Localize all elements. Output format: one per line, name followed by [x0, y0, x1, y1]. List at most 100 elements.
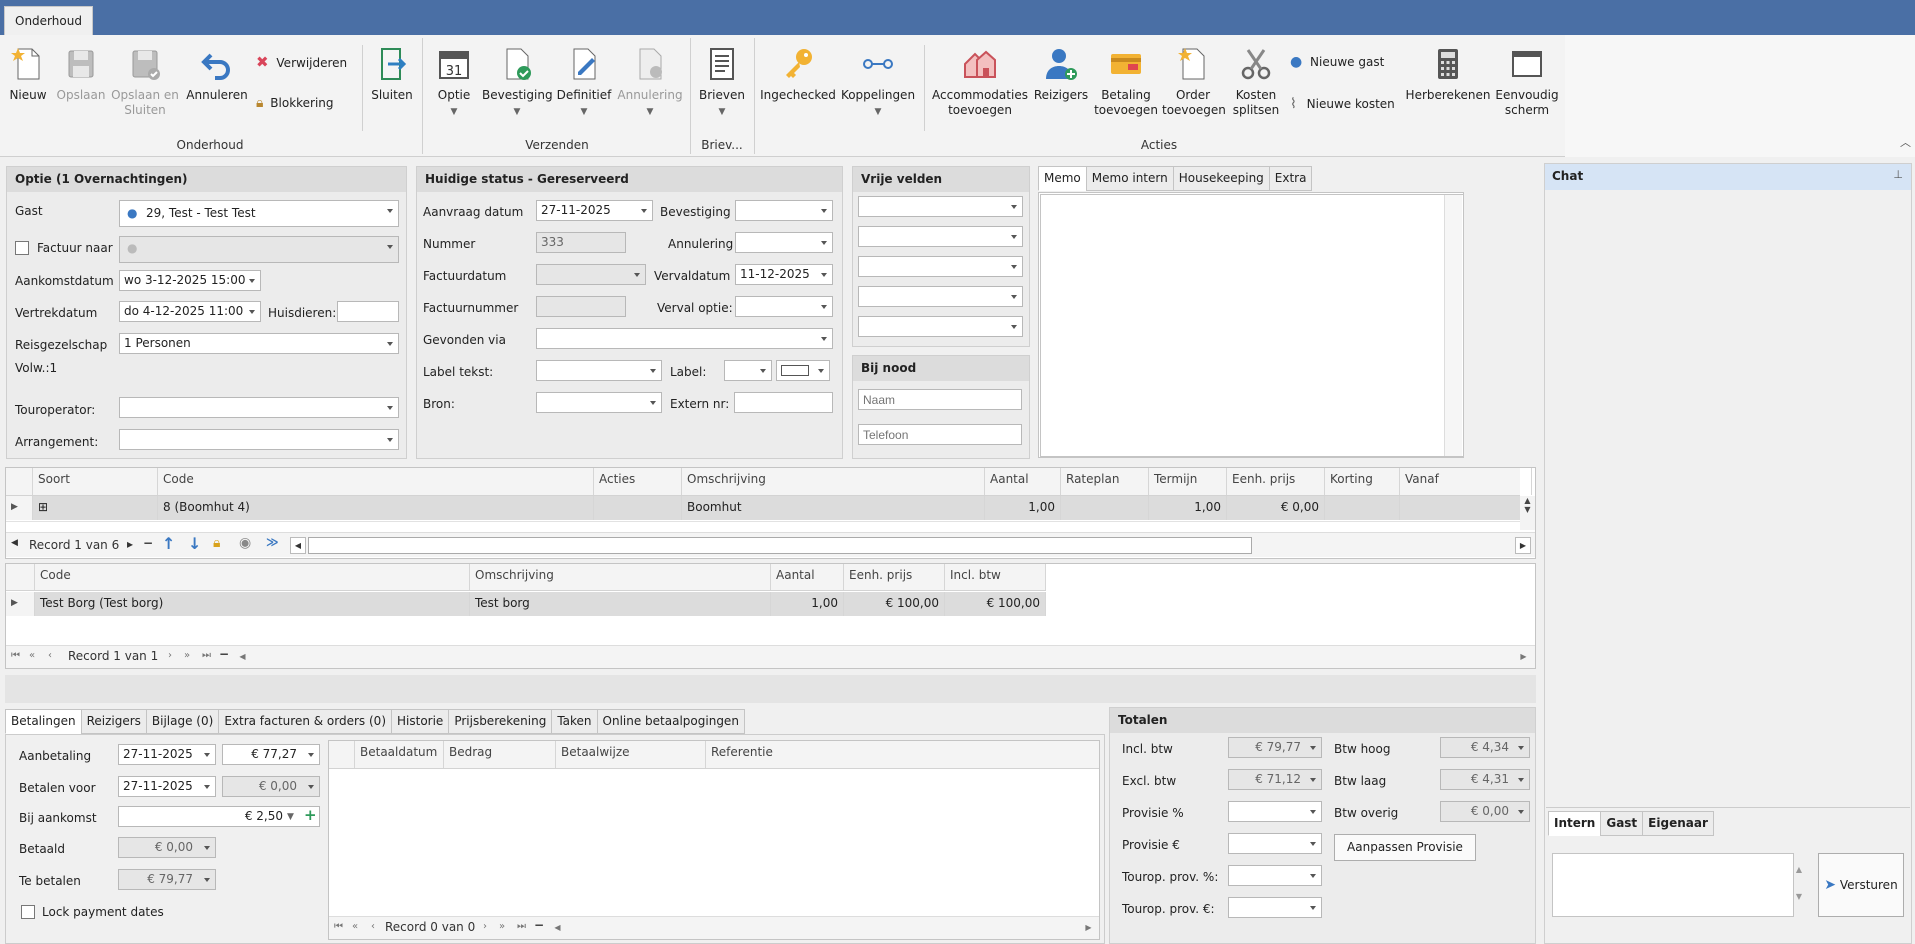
reisgezelschap-select[interactable]: 1 Personen: [119, 333, 399, 354]
eenvoudig-scherm-button[interactable]: Eenvoudig scherm: [1494, 46, 1560, 118]
tab-eigenaar[interactable]: Eigenaar: [1642, 811, 1714, 836]
nood-telefoon-input[interactable]: [858, 424, 1022, 445]
label-color-select[interactable]: [776, 360, 830, 381]
extern-nr-input[interactable]: [734, 392, 833, 413]
nood-naam-input[interactable]: [858, 389, 1022, 410]
herberekenen-button[interactable]: Herberekenen: [1404, 46, 1492, 103]
header-aantal[interactable]: Aantal: [985, 468, 1061, 495]
gast-select[interactable]: ● 29, Test - Test Test: [119, 200, 399, 227]
lock-icon[interactable]: 🔒︎: [213, 535, 220, 551]
brieven-button[interactable]: Brieven ▼: [696, 46, 748, 120]
hscroll-right-icon[interactable]: ▶: [1515, 537, 1531, 554]
header-betaaldatum[interactable]: Betaaldatum: [355, 741, 444, 768]
reizigers-button[interactable]: Reizigers: [1032, 46, 1090, 103]
betalen-voor-date[interactable]: 27-11-2025: [118, 776, 216, 797]
betaald-amount[interactable]: € 0,00: [118, 837, 216, 858]
header-eenh-prijs[interactable]: Eenh. prijs: [844, 564, 945, 590]
tab-onderhoud[interactable]: Onderhoud: [4, 6, 93, 35]
provisie-eur-field[interactable]: [1228, 833, 1322, 854]
memo-scrollbar[interactable]: [1444, 195, 1462, 456]
annulering-button[interactable]: Annulering ▼: [616, 46, 684, 120]
vrij-veld-4-select[interactable]: [858, 286, 1023, 307]
ingechecked-button[interactable]: Ingechecked: [760, 46, 836, 103]
vrij-veld-1-select[interactable]: [858, 196, 1023, 217]
tab-memo-intern[interactable]: Memo intern: [1085, 166, 1174, 191]
chat-input-scrollbar[interactable]: ▲ ▼: [1792, 856, 1806, 914]
remove-icon[interactable]: −: [219, 647, 229, 661]
header-rateplan[interactable]: Rateplan: [1061, 468, 1149, 495]
btw-overig-field[interactable]: € 0,00: [1440, 801, 1530, 822]
factuur-naar-checkbox[interactable]: [15, 241, 29, 255]
accommodaties-toevoegen-button[interactable]: Accommodaties toevoegen: [930, 46, 1030, 118]
lock-payment-dates-checkbox[interactable]: [21, 905, 35, 919]
label-tekst-select[interactable]: [536, 360, 662, 381]
hscroll-right-icon[interactable]: ▶: [1081, 920, 1096, 936]
aankomst-datepicker[interactable]: wo 3-12-2025 15:00: [119, 270, 261, 291]
next-icon[interactable]: ›: [168, 650, 172, 661]
tourop-eur-field[interactable]: [1228, 897, 1322, 918]
incl-btw-field[interactable]: € 79,77: [1228, 737, 1322, 758]
table-row[interactable]: ▶ ⊞ 8 (Boomhut 4) Boomhut 1,00 1,00 € 0,…: [6, 496, 1532, 520]
header-omschrijving[interactable]: Omschrijving: [682, 468, 985, 495]
tab-historie[interactable]: Historie: [391, 709, 450, 734]
first-icon[interactable]: ⏮: [334, 921, 343, 932]
tab-online-betaalpogingen[interactable]: Online betaalpogingen: [596, 709, 745, 734]
label-select[interactable]: [724, 360, 772, 381]
koppelingen-button[interactable]: Koppelingen ▼: [840, 46, 916, 120]
header-incl-btw[interactable]: Incl. btw: [945, 564, 1046, 590]
add-icon[interactable]: +: [304, 806, 317, 824]
tab-intern[interactable]: Intern: [1548, 811, 1602, 836]
vertrek-datepicker[interactable]: do 4-12-2025 11:00: [119, 301, 261, 322]
vervaldatum-datepicker[interactable]: 11-12-2025: [735, 264, 833, 285]
header-code[interactable]: Code: [35, 564, 470, 590]
table-row[interactable]: ▶ Test Borg (Test borg) Test borg 1,00 €…: [6, 592, 1046, 616]
remove-icon[interactable]: −: [143, 536, 153, 550]
move-down-icon[interactable]: ↓: [188, 534, 201, 553]
lines-vscroll[interactable]: ▲ ▼: [1520, 496, 1535, 530]
nieuwe-gast-button[interactable]: ● Nieuwe gast: [1290, 55, 1400, 70]
tab-gast[interactable]: Gast: [1600, 811, 1644, 836]
betaling-toevoegen-button[interactable]: Betaling toevoegen: [1094, 46, 1158, 118]
gevonden-via-select[interactable]: [536, 328, 833, 349]
tab-memo[interactable]: Memo: [1038, 166, 1087, 191]
header-acties[interactable]: Acties: [594, 468, 682, 495]
header-bedrag[interactable]: Bedrag: [444, 741, 556, 768]
btw-laag-field[interactable]: € 4,31: [1440, 769, 1530, 790]
opslaan-button[interactable]: Opslaan: [55, 46, 107, 103]
sluiten-button[interactable]: Sluiten: [368, 46, 416, 103]
header-betaalwijze[interactable]: Betaalwijze: [556, 741, 706, 768]
header-soort[interactable]: Soort: [33, 468, 158, 495]
header-code[interactable]: Code: [158, 468, 594, 495]
hscroll-right-icon[interactable]: ▶: [1516, 649, 1531, 665]
tab-housekeeping[interactable]: Housekeeping: [1172, 166, 1270, 191]
header-eenh-prijs[interactable]: Eenh. prijs: [1227, 468, 1325, 495]
collapse-ribbon-icon[interactable]: ︿: [1900, 134, 1911, 150]
optie-button[interactable]: 31 Optie ▼: [430, 46, 478, 120]
excl-btw-field[interactable]: € 71,12: [1228, 769, 1322, 790]
vrij-veld-5-select[interactable]: [858, 316, 1023, 337]
lines-hscroll-thumb[interactable]: [308, 537, 1252, 554]
header-referentie[interactable]: Referentie: [706, 741, 1099, 768]
next-page-icon[interactable]: »: [184, 650, 190, 661]
hscroll-left-icon[interactable]: ◀: [550, 920, 565, 936]
header-korting[interactable]: Korting: [1325, 468, 1400, 495]
annulering-datepicker[interactable]: [735, 232, 833, 253]
nieuwe-kosten-button[interactable]: ⌇ Nieuwe kosten: [1290, 97, 1400, 112]
provisie-pct-field[interactable]: [1228, 801, 1322, 822]
next-icon[interactable]: ▸: [127, 537, 133, 551]
memo-textarea[interactable]: [1040, 194, 1464, 457]
pin-icon[interactable]: ⊥: [1893, 168, 1903, 181]
last-icon[interactable]: ⏭: [202, 650, 211, 661]
hscroll-left-icon[interactable]: ◀: [290, 537, 306, 554]
definitief-button[interactable]: Definitief ▼: [556, 46, 612, 120]
aanbetaling-date[interactable]: 27-11-2025: [118, 744, 216, 765]
versturen-button[interactable]: ➤ Versturen: [1818, 853, 1904, 917]
huisdieren-input[interactable]: [337, 301, 399, 322]
factuurdatum-datepicker[interactable]: [536, 264, 646, 285]
prev-icon[interactable]: ◀: [11, 538, 18, 548]
touroperator-select[interactable]: [119, 397, 399, 418]
verval-optie-datepicker[interactable]: [735, 296, 833, 317]
header-vanaf[interactable]: Vanaf: [1400, 468, 1532, 495]
tab-extra-facturen[interactable]: Extra facturen & orders (0): [218, 709, 392, 734]
aanpassen-provisie-button[interactable]: Aanpassen Provisie: [1334, 834, 1476, 861]
